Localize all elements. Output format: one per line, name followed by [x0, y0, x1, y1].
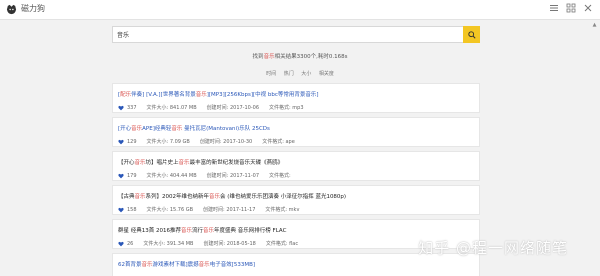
title-keyword: 音乐	[198, 262, 210, 268]
heart-icon	[118, 241, 124, 246]
file-size: 文件大小: 7.09 GB	[146, 139, 190, 145]
menu-icon[interactable]	[547, 3, 560, 16]
close-icon[interactable]	[581, 3, 594, 16]
created-time: 创建时间: 2017-11-17	[203, 207, 256, 213]
result-meta: 26 文件大小: 391.34 MB 创建时间: 2018-05-18 文件格式: f…	[118, 240, 308, 247]
created-time: 创建时间: 2017-10-06	[206, 105, 260, 111]
top-bar: 磁力狗	[0, 0, 600, 20]
heart-icon	[118, 105, 124, 110]
sort-by-popular[interactable]: 热门	[284, 71, 294, 77]
title-text: 年度盛典 音乐网排行榜 FLAC	[214, 228, 287, 234]
result-card: 【古典音乐系列】2002年维也纳新年音乐会 (维也纳爱乐乐团演奏 小泽征尔指挥 …	[112, 185, 480, 215]
created-time: 创建时间: 2018-05-18	[203, 241, 256, 247]
search-bar	[112, 26, 480, 43]
file-size: 文件大小: 15.76 GB	[146, 207, 194, 213]
title-text: 最丰富的新世纪发烧音乐天碟《燕鸥》	[189, 160, 284, 166]
sort-by-time[interactable]: 时间	[266, 71, 276, 77]
dog-logo-icon	[6, 4, 17, 14]
title-text: [开心	[118, 126, 132, 132]
result-title[interactable]: 群星 经典13首 2016推荐音乐流行音乐年度盛典 音乐网排行榜 FLAC	[118, 226, 286, 234]
result-title[interactable]: 62首背景音乐游戏素材下载]震撼音乐电子音效[533MB]	[118, 260, 255, 268]
title-keyword: 音乐	[195, 92, 207, 98]
title-keyword: 音乐	[203, 228, 215, 234]
created-time: 创建时间: 2017-11-07	[206, 173, 260, 179]
title-text: APE]经典轻	[142, 126, 172, 132]
brand-name: 磁力狗	[21, 4, 45, 13]
title-text: 曼托瓦尼(Mantovani)乐队 25CDs	[182, 126, 270, 132]
title-keyword: 音乐	[209, 194, 221, 200]
result-meta: 179 文件大小: 404.44 MB 创建时间: 2017-11-07 文件格式:	[118, 172, 301, 179]
title-text: 62首背景	[118, 262, 142, 268]
search-button[interactable]	[463, 26, 480, 43]
title-text: 流行	[192, 228, 204, 234]
title-keyword: 音乐	[134, 160, 146, 166]
result-meta: 129 文件大小: 7.09 GB 创建时间: 2017-10-30 文件格式: ap…	[118, 138, 305, 145]
result-title[interactable]: 【开心音乐坊】唱片史上音乐最丰富的新世纪发烧音乐天碟《燕鸥》	[118, 158, 283, 166]
grid-icon[interactable]	[564, 3, 577, 16]
result-title[interactable]: [配乐伴奏] [V.A.][世界著名背景音乐][MP3][256Kbps][中视…	[118, 90, 319, 98]
file-size: 文件大小: 841.07 MB	[146, 105, 197, 111]
file-format: 文件格式: flac	[265, 241, 299, 247]
title-keyword: 配乐	[120, 92, 132, 98]
like-count: 129	[127, 138, 137, 145]
like-count: 158	[127, 206, 137, 213]
result-title[interactable]: 【古典音乐系列】2002年维也纳新年音乐会 (维也纳爱乐乐团演奏 小泽征尔指挥 …	[118, 192, 346, 200]
title-text: 【古典	[118, 194, 135, 200]
sort-options: 时间 热门 大小 相关度	[0, 70, 600, 77]
file-format: 文件格式: ape	[262, 139, 295, 145]
title-text: ][MP3][256Kbps][中视 bbc等常用背景音乐]	[206, 92, 319, 98]
heart-icon	[118, 207, 124, 212]
title-keyword: 音乐	[131, 126, 143, 132]
file-format: 文件格式: mkv	[265, 207, 300, 213]
title-keyword: 音乐	[134, 194, 146, 200]
search-input[interactable]	[113, 27, 465, 42]
search-icon	[467, 30, 476, 39]
title-text: 游戏素材下载]震撼	[152, 262, 199, 268]
result-meta: 158 文件大小: 15.76 GB 创建时间: 2017-11-17 文件格式: m…	[118, 206, 309, 213]
file-format: 文件格式:	[269, 173, 291, 179]
title-text: 群星 经典13首 2016推荐	[118, 228, 181, 234]
title-text: 【开心	[118, 160, 135, 166]
like-count: 179	[127, 172, 137, 179]
summary-keyword: 音乐	[263, 54, 275, 60]
result-card: [配乐伴奏] [V.A.][世界著名背景音乐][MP3][256Kbps][中视…	[112, 83, 480, 113]
title-keyword: 音乐	[178, 160, 190, 166]
title-text: 电子音效[533MB]	[209, 262, 255, 268]
result-meta: 337 文件大小: 841.07 MB 创建时间: 2017-10-06 文件格式: …	[118, 104, 314, 111]
scroll-up-arrow-icon[interactable]: ▲	[591, 22, 598, 29]
title-text: 会 (维也纳爱乐乐团演奏 小泽征尔指挥 蓝光1080p)	[220, 194, 347, 200]
like-count: 26	[127, 240, 134, 247]
created-time: 创建时间: 2017-10-30	[199, 139, 253, 145]
file-format: 文件格式: mp3	[269, 105, 304, 111]
result-title[interactable]: [开心音乐APE]经典轻音乐 曼托瓦尼(Mantovani)乐队 25CDs	[118, 124, 270, 132]
like-count: 337	[127, 104, 137, 111]
summary-prefix: 找到	[252, 54, 264, 60]
watermark: 知乎 @程一网络随笔	[418, 239, 568, 257]
result-card: 【开心音乐坊】唱片史上音乐最丰富的新世纪发烧音乐天碟《燕鸥》 179 文件大小: 4…	[112, 151, 480, 181]
title-keyword: 音乐	[141, 262, 153, 268]
title-keyword: 音乐	[171, 126, 183, 132]
file-size: 文件大小: 391.34 MB	[143, 241, 194, 247]
result-card: [开心音乐APE]经典轻音乐 曼托瓦尼(Mantovani)乐队 25CDs 12…	[112, 117, 480, 147]
sort-by-relevance[interactable]: 相关度	[319, 71, 334, 77]
file-size: 文件大小: 404.44 MB	[146, 173, 197, 179]
brand[interactable]: 磁力狗	[6, 3, 45, 15]
heart-icon	[118, 173, 124, 178]
title-keyword: 音乐	[181, 228, 193, 234]
summary-suffix: 相关结果3300个,耗时0.168s	[274, 54, 348, 60]
result-summary: 找到音乐相关结果3300个,耗时0.168s	[0, 52, 600, 60]
title-text: 坊】唱片史上	[145, 160, 179, 166]
sort-by-size[interactable]: 大小	[301, 71, 311, 77]
title-text: 系列】2002年维也纳新年	[145, 194, 210, 200]
heart-icon	[118, 139, 124, 144]
title-text: 伴奏] [V.A.][世界著名背景	[131, 92, 196, 98]
